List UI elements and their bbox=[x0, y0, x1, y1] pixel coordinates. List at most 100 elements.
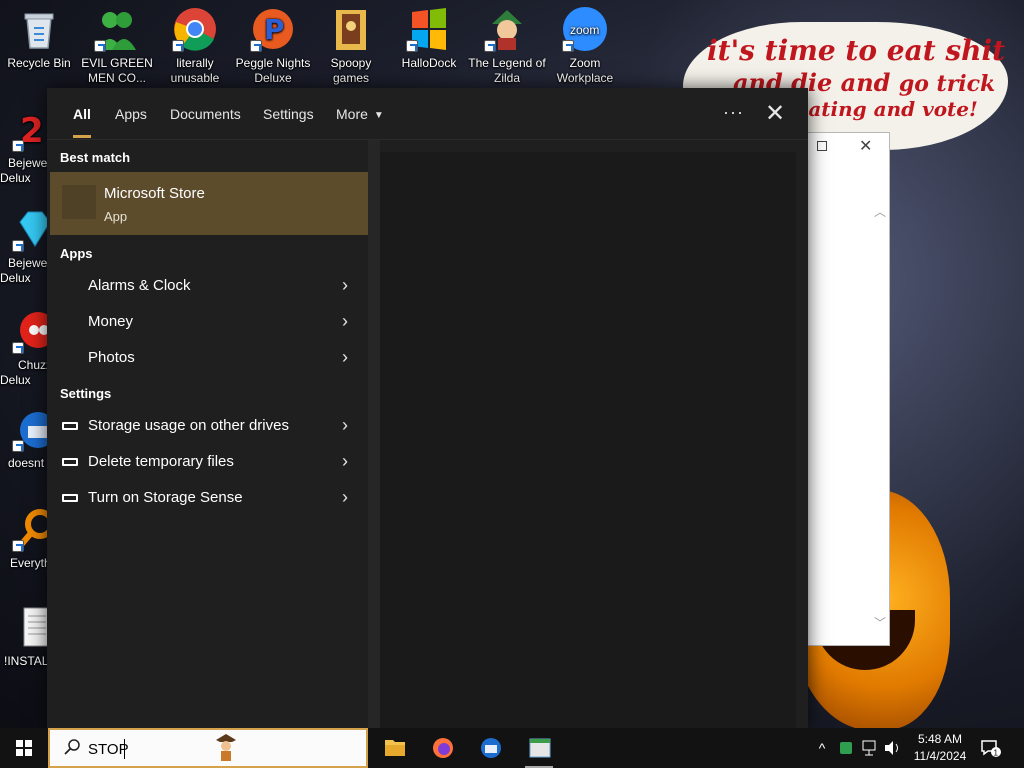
scroll-up-icon[interactable]: ︿ bbox=[874, 203, 886, 220]
preview-pane bbox=[380, 152, 796, 728]
search-icon bbox=[64, 739, 80, 755]
desktop-icon-legend-of-zilda[interactable]: The Legend of Zilda bbox=[468, 0, 546, 86]
taskbar-clock[interactable]: 5:48 AM 11/4/2024 bbox=[898, 731, 982, 765]
taskbar-open-window[interactable] bbox=[515, 728, 563, 768]
thunderbird-icon bbox=[481, 738, 501, 758]
apps-heading: Apps bbox=[60, 246, 93, 261]
search-menu-header: All Apps Documents Settings More ▼ ··· ✕ bbox=[47, 88, 808, 140]
best-match-heading: Best match bbox=[60, 150, 131, 165]
result-delete-temp-files[interactable]: Delete temporary files › bbox=[50, 444, 368, 480]
tab-settings[interactable]: Settings bbox=[250, 88, 327, 140]
result-money[interactable]: Money › bbox=[50, 304, 368, 340]
clock-date: 11/4/2024 bbox=[913, 749, 967, 763]
desktop-icon-literally-unusable[interactable]: literally unusable bbox=[156, 0, 234, 86]
tab-more[interactable]: More ▼ bbox=[323, 88, 397, 140]
chevron-right-icon[interactable]: › bbox=[342, 311, 348, 332]
green-men-icon bbox=[94, 6, 140, 52]
chevron-right-icon[interactable]: › bbox=[342, 347, 348, 368]
zilda-icon bbox=[484, 6, 530, 52]
tray-expand-icon[interactable]: ^ bbox=[812, 728, 832, 768]
pane-divider bbox=[368, 140, 380, 728]
desktop-icon-zoom-workplace[interactable]: zoom Zoom Workplace bbox=[546, 0, 624, 86]
more-options-button[interactable]: ··· bbox=[723, 88, 744, 136]
tab-documents[interactable]: Documents bbox=[157, 88, 254, 140]
peggle-icon: P bbox=[250, 6, 296, 52]
drive-icon bbox=[62, 458, 78, 466]
notification-icon: 1 bbox=[981, 740, 1001, 758]
desktop-icon-bejeweled-2[interactable]: 2 Bejewe Delux bbox=[0, 100, 50, 186]
text-file-icon bbox=[12, 604, 50, 650]
bejeweled-2-icon: 2 bbox=[12, 106, 50, 152]
background-window-titlebar[interactable]: ✕ bbox=[801, 133, 889, 159]
chevron-right-icon[interactable]: › bbox=[342, 415, 348, 436]
desktop-icon-everything[interactable]: Everyth bbox=[0, 500, 50, 571]
chevron-right-icon[interactable]: › bbox=[342, 451, 348, 472]
wallpaper-text-line1: it's time to eat shit bbox=[707, 34, 1006, 67]
chevron-right-icon[interactable]: › bbox=[342, 275, 348, 296]
file-explorer-icon bbox=[385, 740, 405, 756]
result-storage-usage[interactable]: Storage usage on other drives › bbox=[50, 408, 368, 444]
search-menu: All Apps Documents Settings More ▼ ··· ✕ … bbox=[47, 88, 808, 728]
result-alarms-clock[interactable]: Alarms & Clock › bbox=[50, 268, 368, 304]
tab-all[interactable]: All bbox=[60, 88, 104, 140]
desktop-icon-hallodock[interactable]: HalloDock bbox=[390, 0, 468, 71]
taskbar-firefox[interactable] bbox=[419, 728, 467, 768]
desktop-icon-doesnt[interactable]: doesnt bbox=[0, 400, 50, 471]
microsoft-store-icon bbox=[62, 185, 96, 219]
close-icon[interactable]: ✕ bbox=[859, 136, 872, 156]
desktop-icon-bejeweled[interactable]: Bejewe Delux bbox=[0, 200, 50, 286]
taskbar-search-box[interactable] bbox=[48, 728, 368, 768]
chrome-icon bbox=[172, 6, 218, 52]
diamond-icon bbox=[12, 206, 50, 252]
windows-start-icon bbox=[16, 740, 32, 756]
close-button[interactable]: ✕ bbox=[763, 88, 787, 140]
best-match-name: Microsoft Store bbox=[104, 185, 205, 202]
desktop-icon-spoopy-games[interactable]: Spoopy games bbox=[312, 0, 390, 86]
desktop-icon-install-file[interactable]: !INSTALL bbox=[0, 598, 50, 669]
network-icon[interactable] bbox=[860, 728, 880, 768]
result-storage-sense[interactable]: Turn on Storage Sense › bbox=[50, 480, 368, 516]
chevron-right-icon[interactable]: › bbox=[342, 487, 348, 508]
chevron-down-icon: ▼ bbox=[373, 110, 384, 121]
desktop-icon-chuzzle[interactable]: Chuzz Delux bbox=[0, 302, 50, 388]
desktop-icon-peggle-nights[interactable]: P Peggle Nights Deluxe bbox=[234, 0, 312, 86]
background-window-content: ︿ ﹀ bbox=[809, 159, 889, 645]
scroll-down-icon[interactable]: ﹀ bbox=[874, 614, 886, 631]
thunderbird-icon bbox=[12, 406, 50, 452]
result-photos[interactable]: Photos › bbox=[50, 340, 368, 376]
firefox-icon bbox=[433, 738, 453, 758]
zoom-icon: zoom bbox=[562, 6, 608, 52]
clock-time: 5:48 AM bbox=[917, 732, 963, 746]
tab-apps[interactable]: Apps bbox=[102, 88, 160, 140]
svg-text:P: P bbox=[264, 13, 285, 46]
best-match-kind: App bbox=[104, 209, 128, 224]
background-window[interactable]: ✕ ︿ ﹀ bbox=[800, 132, 890, 646]
desktop-icon-evil-green-men[interactable]: EVIL GREEN MEN CO... bbox=[78, 0, 156, 86]
alarms-clock-icon bbox=[62, 279, 78, 293]
maximize-icon[interactable] bbox=[817, 141, 827, 151]
start-button[interactable] bbox=[0, 728, 48, 768]
everything-search-icon bbox=[12, 506, 50, 552]
taskbar-file-explorer[interactable] bbox=[371, 728, 419, 768]
search-results-list: Best match Microsoft Store App Apps Alar… bbox=[47, 140, 368, 728]
notification-center-button[interactable]: 1 bbox=[980, 738, 1002, 758]
folder-icon bbox=[328, 6, 374, 52]
svg-text:zoom: zoom bbox=[570, 23, 599, 37]
chuzzle-icon bbox=[12, 308, 50, 354]
drive-icon bbox=[62, 494, 78, 502]
svg-text:1: 1 bbox=[994, 749, 999, 758]
taskbar-thunderbird[interactable] bbox=[467, 728, 515, 768]
taskbar: ^ 5:48 AM 11/4/2024 1 bbox=[0, 728, 1024, 768]
window-app-icon bbox=[529, 738, 551, 758]
tray-app-icon[interactable] bbox=[836, 728, 856, 768]
money-icon bbox=[62, 315, 78, 329]
text-cursor bbox=[124, 739, 125, 759]
windows-logo-icon bbox=[406, 6, 452, 52]
drive-icon bbox=[62, 422, 78, 430]
recycle-bin-icon bbox=[16, 6, 62, 52]
search-highlight-mascot-icon bbox=[216, 734, 236, 761]
photos-icon bbox=[62, 351, 78, 365]
settings-heading: Settings bbox=[60, 386, 112, 401]
desktop-icon-recycle-bin[interactable]: Recycle Bin bbox=[0, 0, 78, 71]
best-match-result[interactable]: Microsoft Store App bbox=[50, 172, 368, 235]
